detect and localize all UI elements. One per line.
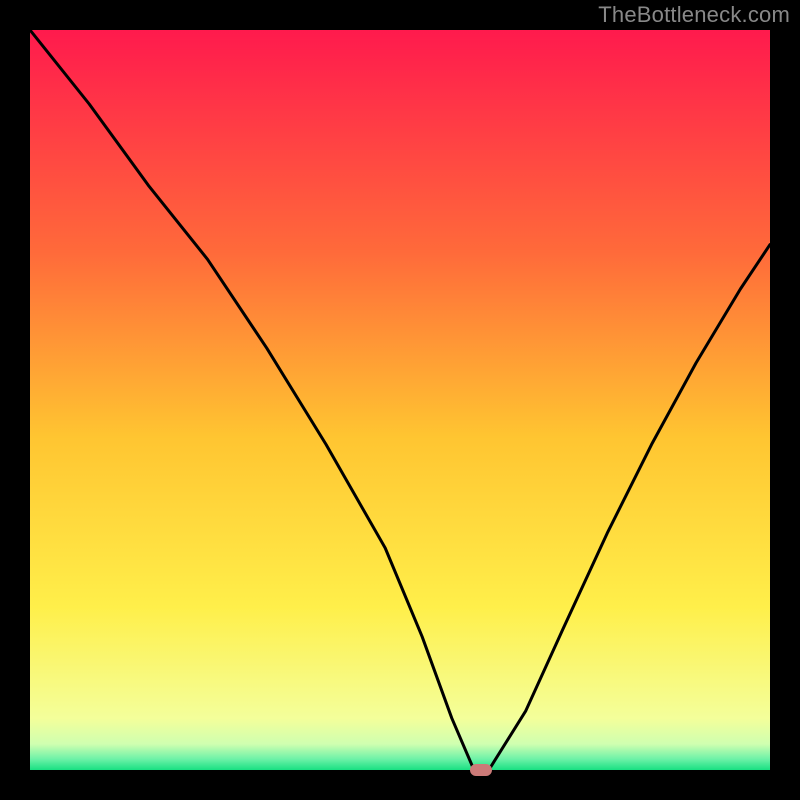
chart-container: TheBottleneck.com [0,0,800,800]
border-left [0,0,30,800]
plot-area [30,30,770,770]
optimal-marker [470,764,492,776]
border-bottom [0,770,800,800]
bottleneck-curve [30,30,770,770]
border-right [770,0,800,800]
watermark-text: TheBottleneck.com [598,2,790,28]
